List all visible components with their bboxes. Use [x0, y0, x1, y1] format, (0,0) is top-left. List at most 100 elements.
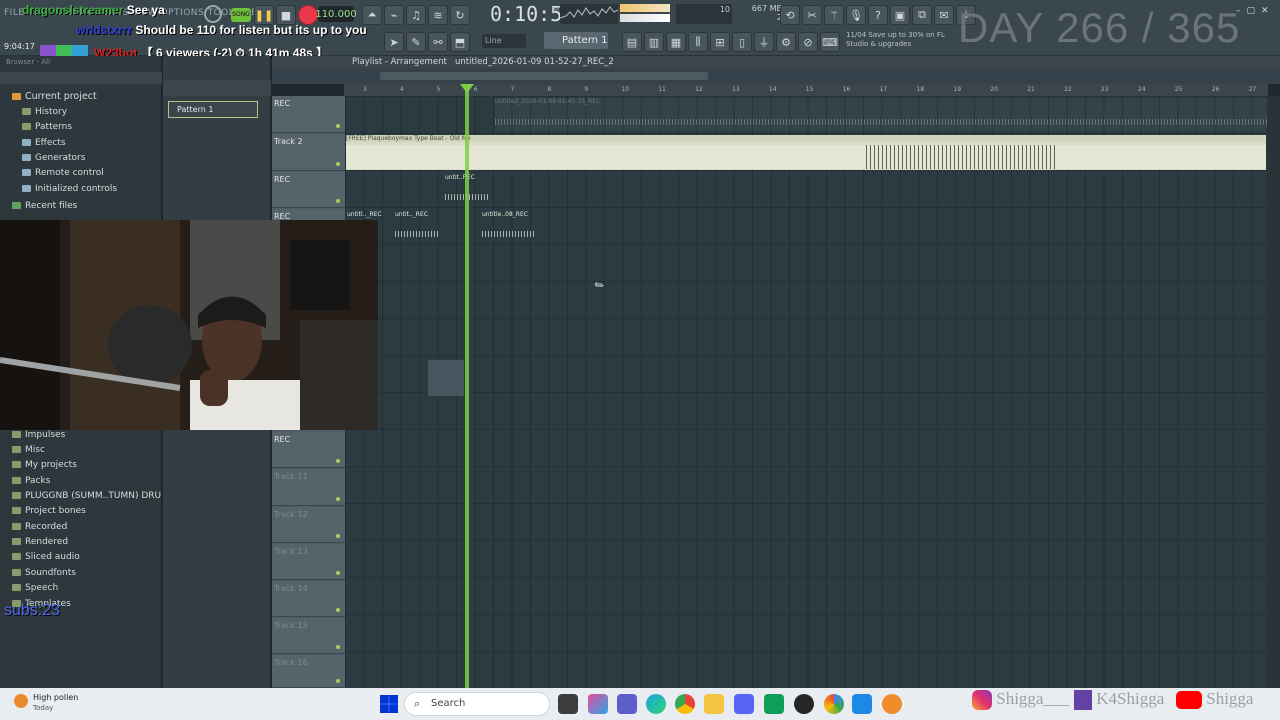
app-icon[interactable] — [824, 694, 844, 714]
playlist-grid[interactable]: untitled_2026-01-09 01-45-35_REC [FREE] … — [345, 96, 1267, 688]
weather-widget[interactable]: High pollen Today — [14, 692, 94, 716]
obs-icon[interactable] — [794, 694, 814, 714]
window-controls[interactable]: –▢✕ — [1236, 6, 1275, 16]
wait-for-input-icon[interactable]: ≋ — [428, 5, 448, 25]
track-enable-led[interactable] — [336, 608, 340, 612]
step-edit-icon[interactable]: ⌁ — [384, 5, 404, 25]
stamp-icon[interactable]: ⬒ — [450, 32, 470, 52]
browser-item-soundfonts[interactable]: Soundfonts — [0, 566, 162, 581]
tempo-display[interactable]: 110.000 — [315, 6, 357, 22]
link-icon[interactable]: ⚯ — [428, 32, 448, 52]
project-browser-icon[interactable]: ▯ — [732, 32, 752, 52]
help-icon[interactable]: ? — [868, 5, 888, 25]
app-icon[interactable] — [852, 694, 872, 714]
taskbar-search[interactable]: ⌕ Search — [404, 692, 550, 716]
track-enable-led[interactable] — [336, 679, 340, 683]
browser-item-generators[interactable]: Generators — [0, 151, 162, 166]
track-header[interactable]: REC — [272, 432, 345, 468]
track-enable-led[interactable] — [336, 162, 340, 166]
microphone-icon[interactable]: 🎙 — [846, 5, 866, 25]
track-enable-led[interactable] — [336, 459, 340, 463]
fl-studio-icon[interactable] — [882, 694, 902, 714]
timeline-ruler[interactable]: 3 4 5 6 7 8 9 10 11 12 13 14 15 16 17 18 19 20 21 22 23 24 25 2… — [344, 84, 1268, 96]
browser-item-remote-control[interactable]: Remote control — [0, 166, 162, 181]
track-header[interactable]: Track 14 — [272, 581, 345, 617]
typing-keyboard-icon[interactable]: ⏶ — [362, 5, 382, 25]
news-panel[interactable]: 11/04 Save up to 30% on FL Studio & upgra… — [846, 31, 945, 49]
browser-item-my-projects[interactable]: My projects — [0, 458, 162, 473]
track-enable-led[interactable] — [336, 124, 340, 128]
browser-item-sliced-audio[interactable]: Sliced audio — [0, 550, 162, 565]
piano-roll-icon[interactable]: ▥ — [644, 32, 664, 52]
browser-item-initialized-controls[interactable]: Initialized controls — [0, 182, 162, 197]
undo-history-icon[interactable]: ⟲ — [780, 5, 800, 25]
browser-item-packs[interactable]: Packs — [0, 474, 162, 489]
audio-clip[interactable]: untitle..08_REC — [482, 211, 542, 243]
audio-clip[interactable]: [FREE] Plaqueboymax Type Beat - Old Me — [346, 135, 1266, 170]
audio-clip[interactable]: untitled_2026-01-09 01-45-35_REC — [495, 98, 1267, 131]
track-header[interactable]: Track 2 — [272, 134, 345, 171]
playlist-icon[interactable]: ▤ — [622, 32, 642, 52]
track-enable-led[interactable] — [336, 645, 340, 649]
wizard-icon[interactable]: ⚚ — [824, 5, 844, 25]
vertical-scrollbar[interactable] — [1267, 96, 1280, 688]
plug-icon[interactable]: ⏚ — [754, 32, 774, 52]
track-header[interactable]: REC — [272, 96, 345, 133]
track-header[interactable]: REC — [272, 172, 345, 208]
chat-icon[interactable]: ✉ — [934, 5, 954, 25]
browser-item-rendered[interactable]: Rendered — [0, 535, 162, 550]
track-header[interactable]: Track 12 — [272, 507, 345, 543]
playhead-marker-icon[interactable] — [460, 84, 474, 93]
picker-toolbar[interactable] — [163, 80, 271, 96]
browser-item-speech[interactable]: Speech — [0, 581, 162, 596]
track-header[interactable]: Track 11 — [272, 469, 345, 506]
browser-item-recorded[interactable]: Recorded — [0, 520, 162, 535]
browser-item-recent-files[interactable]: Recent files — [0, 199, 162, 214]
tools-icon[interactable]: ⚙ — [776, 32, 796, 52]
touch-keyboard-icon[interactable]: ⌨ — [820, 32, 840, 52]
song-pattern-toggle[interactable]: SONG — [231, 8, 251, 22]
browser-item-history[interactable]: History — [0, 105, 162, 120]
browser-item-drumkit[interactable]: PLUGGNB (SUMM..TUMN) DRUMKIT — [0, 489, 162, 504]
plugin-picker-icon[interactable]: ⊞ — [710, 32, 730, 52]
cut-icon[interactable]: ✂ — [802, 5, 822, 25]
browser-item-misc[interactable]: Misc — [0, 443, 162, 458]
chrome-icon[interactable] — [675, 694, 695, 714]
copilot-icon[interactable] — [588, 694, 608, 714]
arrangement-name[interactable]: untitled_2026-01-09 01-52-27_REC_2 — [455, 57, 614, 67]
browser-item-impulses[interactable]: Impulses — [0, 428, 162, 443]
loop-record-icon[interactable]: ↻ — [450, 5, 470, 25]
store-icon[interactable] — [734, 694, 754, 714]
plugin-icon[interactable]: ⧉ — [912, 5, 932, 25]
pattern-item[interactable]: Pattern 1 — [168, 101, 258, 118]
mute-icon[interactable]: ⊘ — [798, 32, 818, 52]
pause-button[interactable]: ❚❚ — [254, 5, 274, 25]
browser-item-patterns[interactable]: Patterns — [0, 120, 162, 135]
browser-item-current-project[interactable]: Current project — [0, 89, 162, 104]
track-header[interactable]: Track 15 — [272, 618, 345, 654]
browser-header[interactable]: Browser - All — [6, 58, 50, 66]
browser-toolbar[interactable] — [0, 72, 162, 84]
track-enable-led[interactable] — [336, 199, 340, 203]
track-enable-led[interactable] — [336, 571, 340, 575]
horizontal-scrollbar[interactable] — [380, 72, 708, 80]
track-header[interactable]: Track 16 — [272, 655, 345, 688]
master-volume-bar[interactable] — [620, 4, 670, 12]
app-icon[interactable] — [764, 694, 784, 714]
mixer-icon[interactable]: ⫼ — [688, 32, 708, 52]
channel-rack-icon[interactable]: ▦ — [666, 32, 686, 52]
audio-clip[interactable]: untit.._REC — [395, 211, 439, 243]
metronome-icon[interactable] — [204, 5, 222, 23]
snap-select[interactable]: Line — [482, 34, 526, 48]
master-pitch-bar[interactable] — [620, 14, 670, 22]
save-icon[interactable]: ▣ — [890, 5, 910, 25]
stop-button[interactable]: ■ — [276, 5, 296, 25]
edge-icon[interactable] — [646, 694, 666, 714]
file-explorer-icon[interactable] — [704, 694, 724, 714]
browser-item-project-bones[interactable]: Project bones — [0, 504, 162, 519]
start-button[interactable] — [380, 695, 398, 713]
pattern-selector[interactable]: Pattern 1 — [544, 32, 608, 49]
track-enable-led[interactable] — [336, 534, 340, 538]
track-enable-led[interactable] — [336, 497, 340, 501]
playhead[interactable] — [465, 88, 469, 688]
